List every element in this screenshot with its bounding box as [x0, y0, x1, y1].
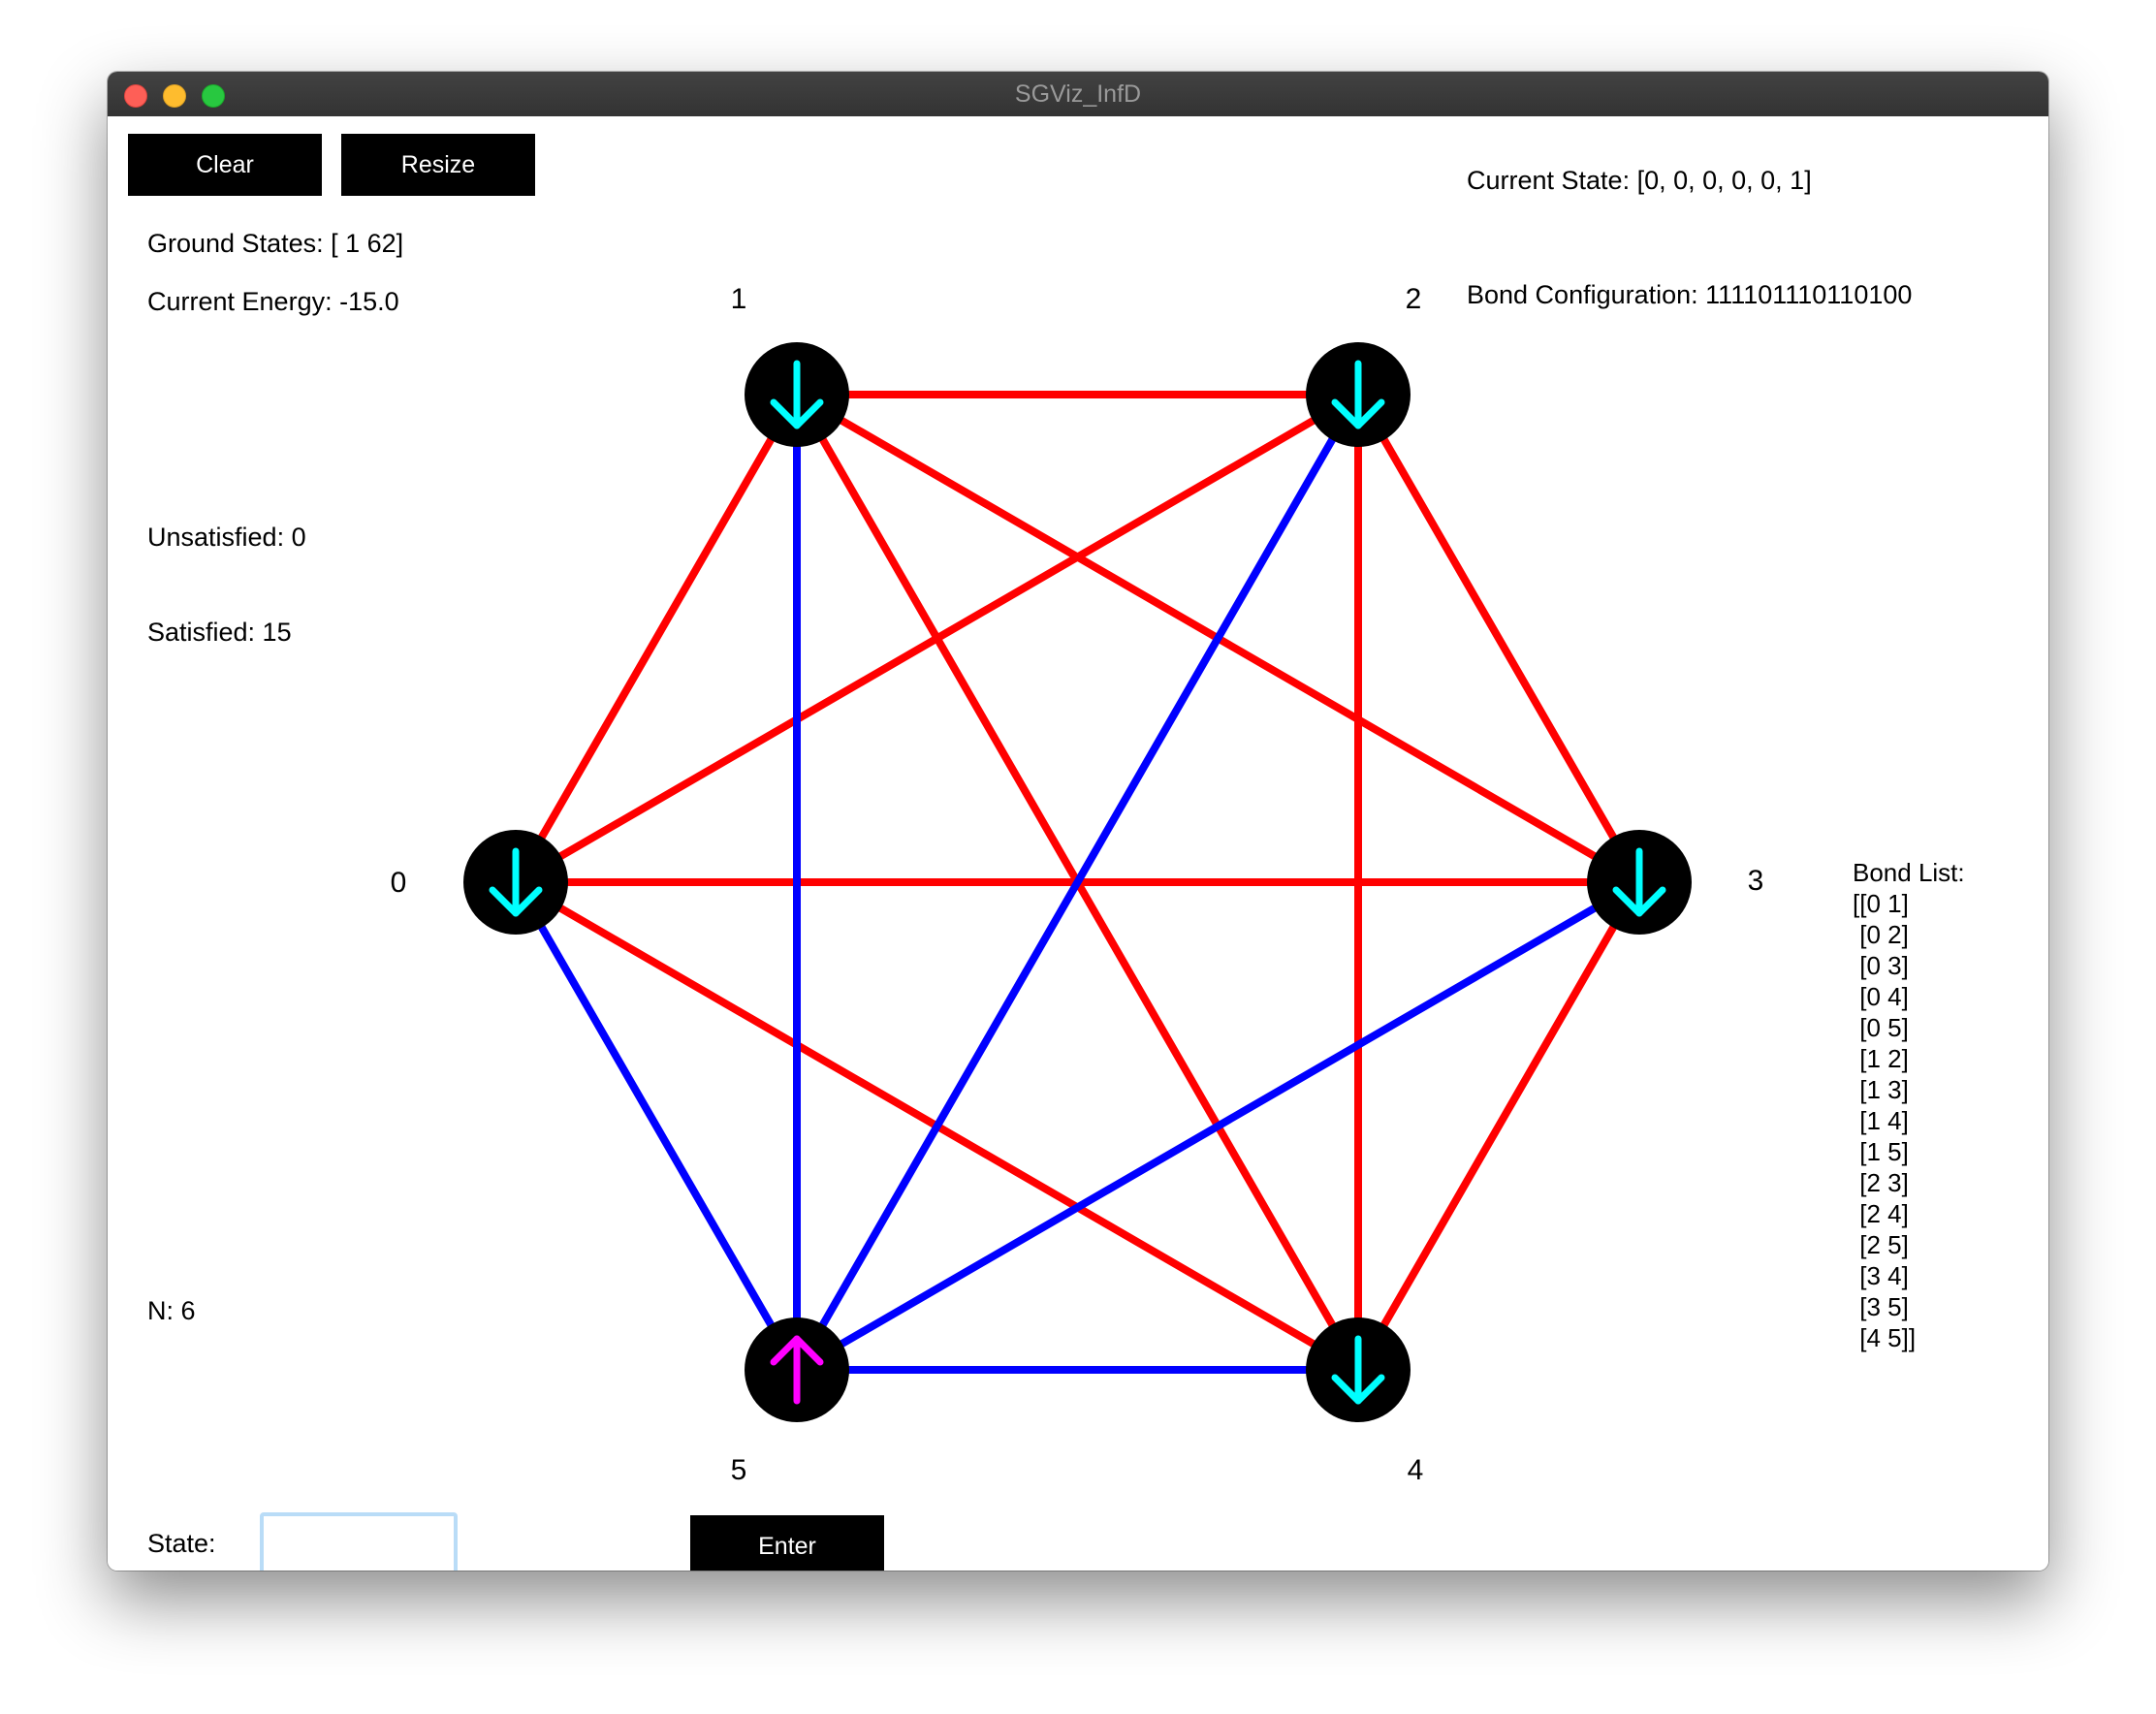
node-label-1: 1 — [731, 283, 747, 315]
bond-list-item: [1 2] — [1853, 1044, 1909, 1073]
bond-list-item: [0 5] — [1853, 1013, 1909, 1042]
bond-0-5 — [512, 880, 801, 1372]
node-label-4: 4 — [1408, 1454, 1424, 1486]
bond-list-item: [3 4] — [1853, 1261, 1909, 1290]
bond-2-3 — [1354, 393, 1643, 884]
state-label: State: — [147, 1529, 216, 1558]
app-window: SGViz_InfD 0 1 2 3 4 5 Clear Resize Ground St… — [108, 72, 2048, 1571]
bond-list-item: [1 3] — [1853, 1075, 1909, 1104]
bond-list-item: [3 5] — [1853, 1292, 1909, 1321]
bond-list-title: Bond List: — [1853, 858, 1965, 887]
main-canvas: 0 1 2 3 4 5 Clear Resize Ground States: [ 1 6… — [108, 116, 2048, 1571]
current-energy-text: Current Energy: -15.0 — [147, 287, 399, 316]
bond-0-1 — [512, 393, 801, 884]
bond-list-item: [[0 1] — [1853, 889, 1909, 918]
node-label-0: 0 — [391, 867, 407, 899]
clear-button[interactable]: Clear — [128, 134, 322, 196]
state-input[interactable] — [260, 1512, 458, 1571]
current-state-text: Current State: [0, 0, 0, 0, 0, 1] — [1467, 166, 1812, 195]
bond-configuration-text: Bond Configuration: 111101110110100 — [1467, 280, 1913, 309]
spin-node-4[interactable] — [1306, 1317, 1411, 1422]
bond-3-5 — [794, 878, 1642, 1374]
bond-list-item: [1 5] — [1853, 1137, 1909, 1166]
spin-node-0[interactable] — [463, 830, 568, 935]
satisfied-count-text: Satisfied: 15 — [147, 618, 292, 647]
node-label-2: 2 — [1406, 283, 1422, 315]
n-count-text: N: 6 — [147, 1296, 196, 1325]
bond-3-4 — [1354, 880, 1643, 1372]
bond-list-item: [2 4] — [1853, 1199, 1909, 1228]
ground-states-text: Ground States: [ 1 62] — [147, 229, 404, 258]
bond-list-item: [2 5] — [1853, 1230, 1909, 1259]
title-bar: SGViz_InfD — [108, 72, 2048, 117]
spin-node-5[interactable] — [745, 1317, 849, 1422]
bond-list-item: [1 4] — [1853, 1106, 1909, 1135]
resize-button[interactable]: Resize — [341, 134, 535, 196]
spin-glass-graph: 0 1 2 3 4 5 — [391, 283, 1764, 1486]
bond-list-item: [4 5]] — [1853, 1323, 1917, 1352]
enter-button[interactable]: Enter — [690, 1515, 884, 1571]
spin-node-1[interactable] — [745, 342, 849, 447]
bond-list-item: [0 3] — [1853, 951, 1909, 980]
spin-node-2[interactable] — [1306, 342, 1411, 447]
spin-node-3[interactable] — [1587, 830, 1692, 935]
node-label-5: 5 — [731, 1454, 747, 1486]
bond-list-item: [2 3] — [1853, 1168, 1909, 1197]
bond-list-item: [0 2] — [1853, 920, 1909, 949]
bond-list: Bond List: [[0 1] [0 2] [0 3] [0 4] [0 5… — [1853, 857, 1965, 1353]
window-title: SGViz_InfD — [1014, 80, 1142, 108]
bond-list-item: [0 4] — [1853, 982, 1909, 1011]
node-label-3: 3 — [1748, 865, 1764, 897]
unsatisfied-count-text: Unsatisfied: 0 — [147, 523, 306, 552]
